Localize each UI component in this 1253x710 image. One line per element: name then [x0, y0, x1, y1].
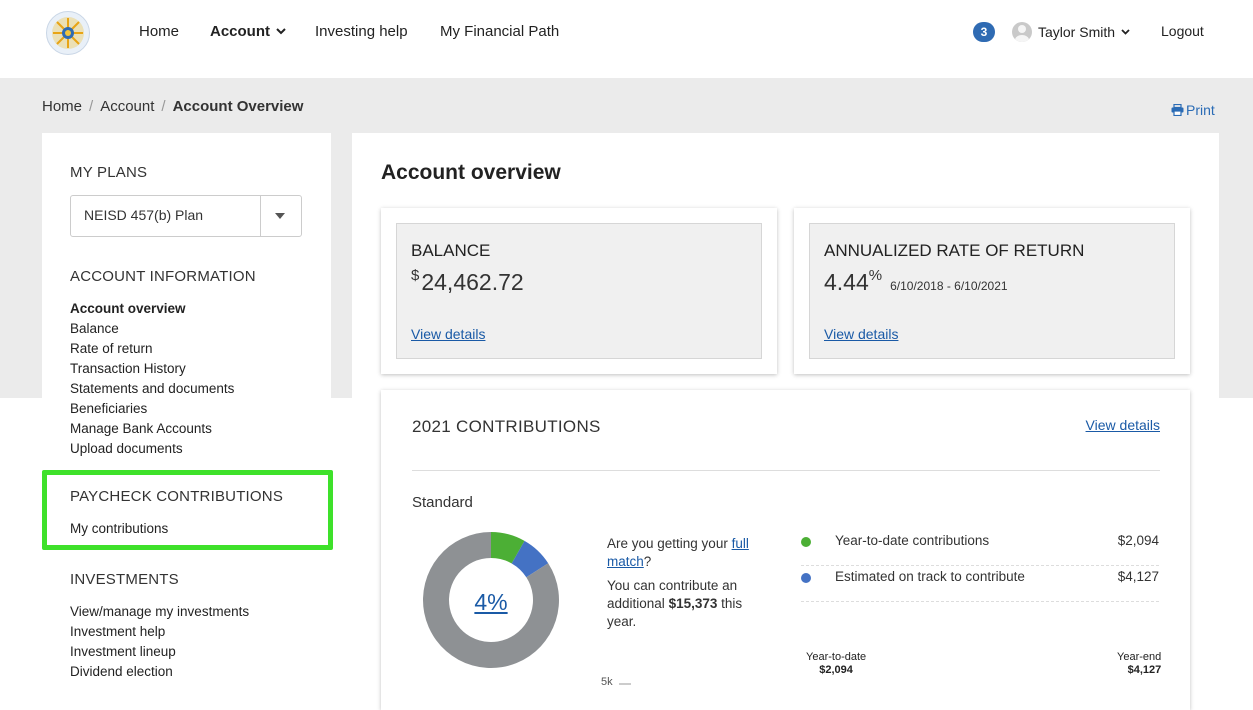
rate-of-return-card: ANNUALIZED RATE OF RETURN 4.44% 6/10/2018… — [794, 208, 1190, 374]
main-content: Account overview BALANCE $24,462.72 View… — [352, 133, 1219, 710]
sidebar-item-account-overview[interactable]: Account overview — [70, 299, 234, 319]
additional-amount: $15,373 — [668, 596, 718, 611]
bar-label-year-end-value: $4,127 — [1127, 664, 1162, 676]
caret-down-icon — [275, 213, 285, 219]
bar-label-year-end-title: Year-end — [1117, 651, 1162, 663]
bar-label-ytd-value: $2,094 — [819, 664, 853, 676]
rate-date-range: 6/10/2018 - 6/10/2021 — [890, 279, 1008, 293]
balance-value: $24,462.72 — [411, 267, 524, 296]
top-navigation: Home Account Investing help My Financial… — [0, 0, 1253, 78]
nav-my-financial-path[interactable]: My Financial Path — [440, 23, 559, 40]
select-divider — [260, 196, 261, 236]
legend-label-ytd: Year-to-date contributions — [835, 533, 990, 548]
bar-label-year-end: Year-end $4,127 — [1117, 651, 1161, 677]
notification-badge[interactable]: 3 — [973, 22, 995, 42]
logout-link[interactable]: Logout — [1161, 23, 1204, 39]
legend-dot-on-track — [801, 573, 811, 583]
sidebar-item-beneficiaries[interactable]: Beneficiaries — [70, 399, 234, 419]
rate-card-inner: ANNUALIZED RATE OF RETURN 4.44% 6/10/2018… — [809, 223, 1175, 359]
breadcrumb-current: Account Overview — [172, 98, 304, 115]
currency-symbol: $ — [411, 267, 420, 284]
account-information-list: Account overview Balance Rate of return … — [70, 299, 234, 459]
page-title: Account overview — [381, 161, 561, 184]
sidebar-item-transaction-history[interactable]: Transaction History — [70, 359, 234, 379]
sidebar-item-statements[interactable]: Statements and documents — [70, 379, 234, 399]
match-question: Are you getting your full match? — [607, 535, 767, 571]
nav-account[interactable]: Account — [210, 23, 286, 40]
breadcrumb-home[interactable]: Home — [42, 98, 82, 115]
investments-heading: INVESTMENTS — [70, 571, 179, 588]
sidebar-item-view-manage-investments[interactable]: View/manage my investments — [70, 602, 249, 622]
rate-value: 4.44% 6/10/2018 - 6/10/2021 — [824, 267, 1008, 296]
divider — [412, 470, 1160, 471]
contributions-card: 2021 CONTRIBUTIONS View details Standard… — [381, 390, 1190, 710]
contributions-title: 2021 CONTRIBUTIONS — [412, 417, 601, 436]
legend-on-track: Estimated on track to contribute $4,127 — [801, 567, 1159, 602]
account-information-heading: ACCOUNT INFORMATION — [70, 268, 256, 285]
user-avatar-icon[interactable] — [1012, 22, 1032, 42]
legend-dot-ytd — [801, 537, 811, 547]
legend-value-on-track: $4,127 — [1117, 569, 1159, 584]
breadcrumb-separator: / — [161, 98, 166, 115]
sidebar-item-rate-of-return[interactable]: Rate of return — [70, 339, 234, 359]
sun-emblem-icon — [52, 17, 84, 49]
print-link[interactable]: Print — [1171, 102, 1215, 118]
rate-label: ANNUALIZED RATE OF RETURN — [824, 241, 1085, 260]
legend-label-on-track: Estimated on track to contribute — [835, 569, 1025, 584]
balance-card: BALANCE $24,462.72 View details — [381, 208, 777, 374]
north-east-logo[interactable] — [46, 11, 90, 55]
match-question-text: Are you getting your — [607, 536, 732, 551]
sidebar: MY PLANS NEISD 457(b) Plan ACCOUNT INFOR… — [42, 133, 331, 693]
balance-card-inner: BALANCE $24,462.72 View details — [396, 223, 762, 359]
additional-contribution-text: You can contribute an additional $15,373… — [607, 577, 767, 631]
axis-line — [619, 683, 631, 685]
sidebar-item-upload-documents[interactable]: Upload documents — [70, 439, 234, 459]
percent-symbol: % — [868, 267, 883, 284]
breadcrumb-account[interactable]: Account — [100, 98, 154, 115]
nav-account-label: Account — [210, 23, 270, 40]
contribution-rate-link[interactable]: 4% — [421, 589, 561, 616]
sidebar-item-investment-lineup[interactable]: Investment lineup — [70, 642, 249, 662]
user-name: Taylor Smith — [1038, 24, 1116, 40]
rate-amount: 4.44 — [824, 269, 869, 295]
balance-view-details-link[interactable]: View details — [411, 326, 485, 342]
plan-select-value: NEISD 457(b) Plan — [84, 207, 204, 223]
contributions-view-details-link[interactable]: View details — [1086, 417, 1160, 433]
nav-home[interactable]: Home — [139, 23, 179, 40]
rate-view-details-link[interactable]: View details — [824, 326, 898, 342]
plan-select[interactable]: NEISD 457(b) Plan — [70, 195, 302, 237]
match-question-mark: ? — [643, 554, 652, 569]
legend-value-ytd: $2,094 — [1117, 533, 1159, 548]
bar-label-ytd-title: Year-to-date — [806, 651, 867, 663]
legend-ytd: Year-to-date contributions $2,094 — [801, 531, 1159, 566]
my-plans-heading: MY PLANS — [70, 164, 148, 181]
highlight-box — [42, 470, 333, 550]
chevron-down-icon — [276, 28, 286, 35]
standard-label: Standard — [412, 494, 473, 511]
sidebar-item-investment-help[interactable]: Investment help — [70, 622, 249, 642]
axis-tick-5k: 5k — [601, 676, 613, 688]
user-menu[interactable]: Taylor Smith — [1038, 24, 1130, 40]
nav-investing-help[interactable]: Investing help — [315, 23, 408, 40]
balance-label: BALANCE — [411, 241, 491, 260]
sidebar-item-manage-bank-accounts[interactable]: Manage Bank Accounts — [70, 419, 234, 439]
print-label: Print — [1186, 102, 1215, 118]
sidebar-item-dividend-election[interactable]: Dividend election — [70, 662, 249, 682]
breadcrumb: Home / Account / Account Overview — [42, 98, 303, 115]
chevron-down-icon — [1121, 29, 1130, 35]
sidebar-item-balance[interactable]: Balance — [70, 319, 234, 339]
match-info: Are you getting your full match? You can… — [607, 535, 767, 631]
printer-icon — [1171, 103, 1184, 117]
balance-amount: 24,462.72 — [421, 269, 524, 295]
bar-label-ytd: Year-to-date $2,094 — [806, 651, 866, 677]
investments-list: View/manage my investments Investment he… — [70, 602, 249, 682]
breadcrumb-separator: / — [89, 98, 94, 115]
